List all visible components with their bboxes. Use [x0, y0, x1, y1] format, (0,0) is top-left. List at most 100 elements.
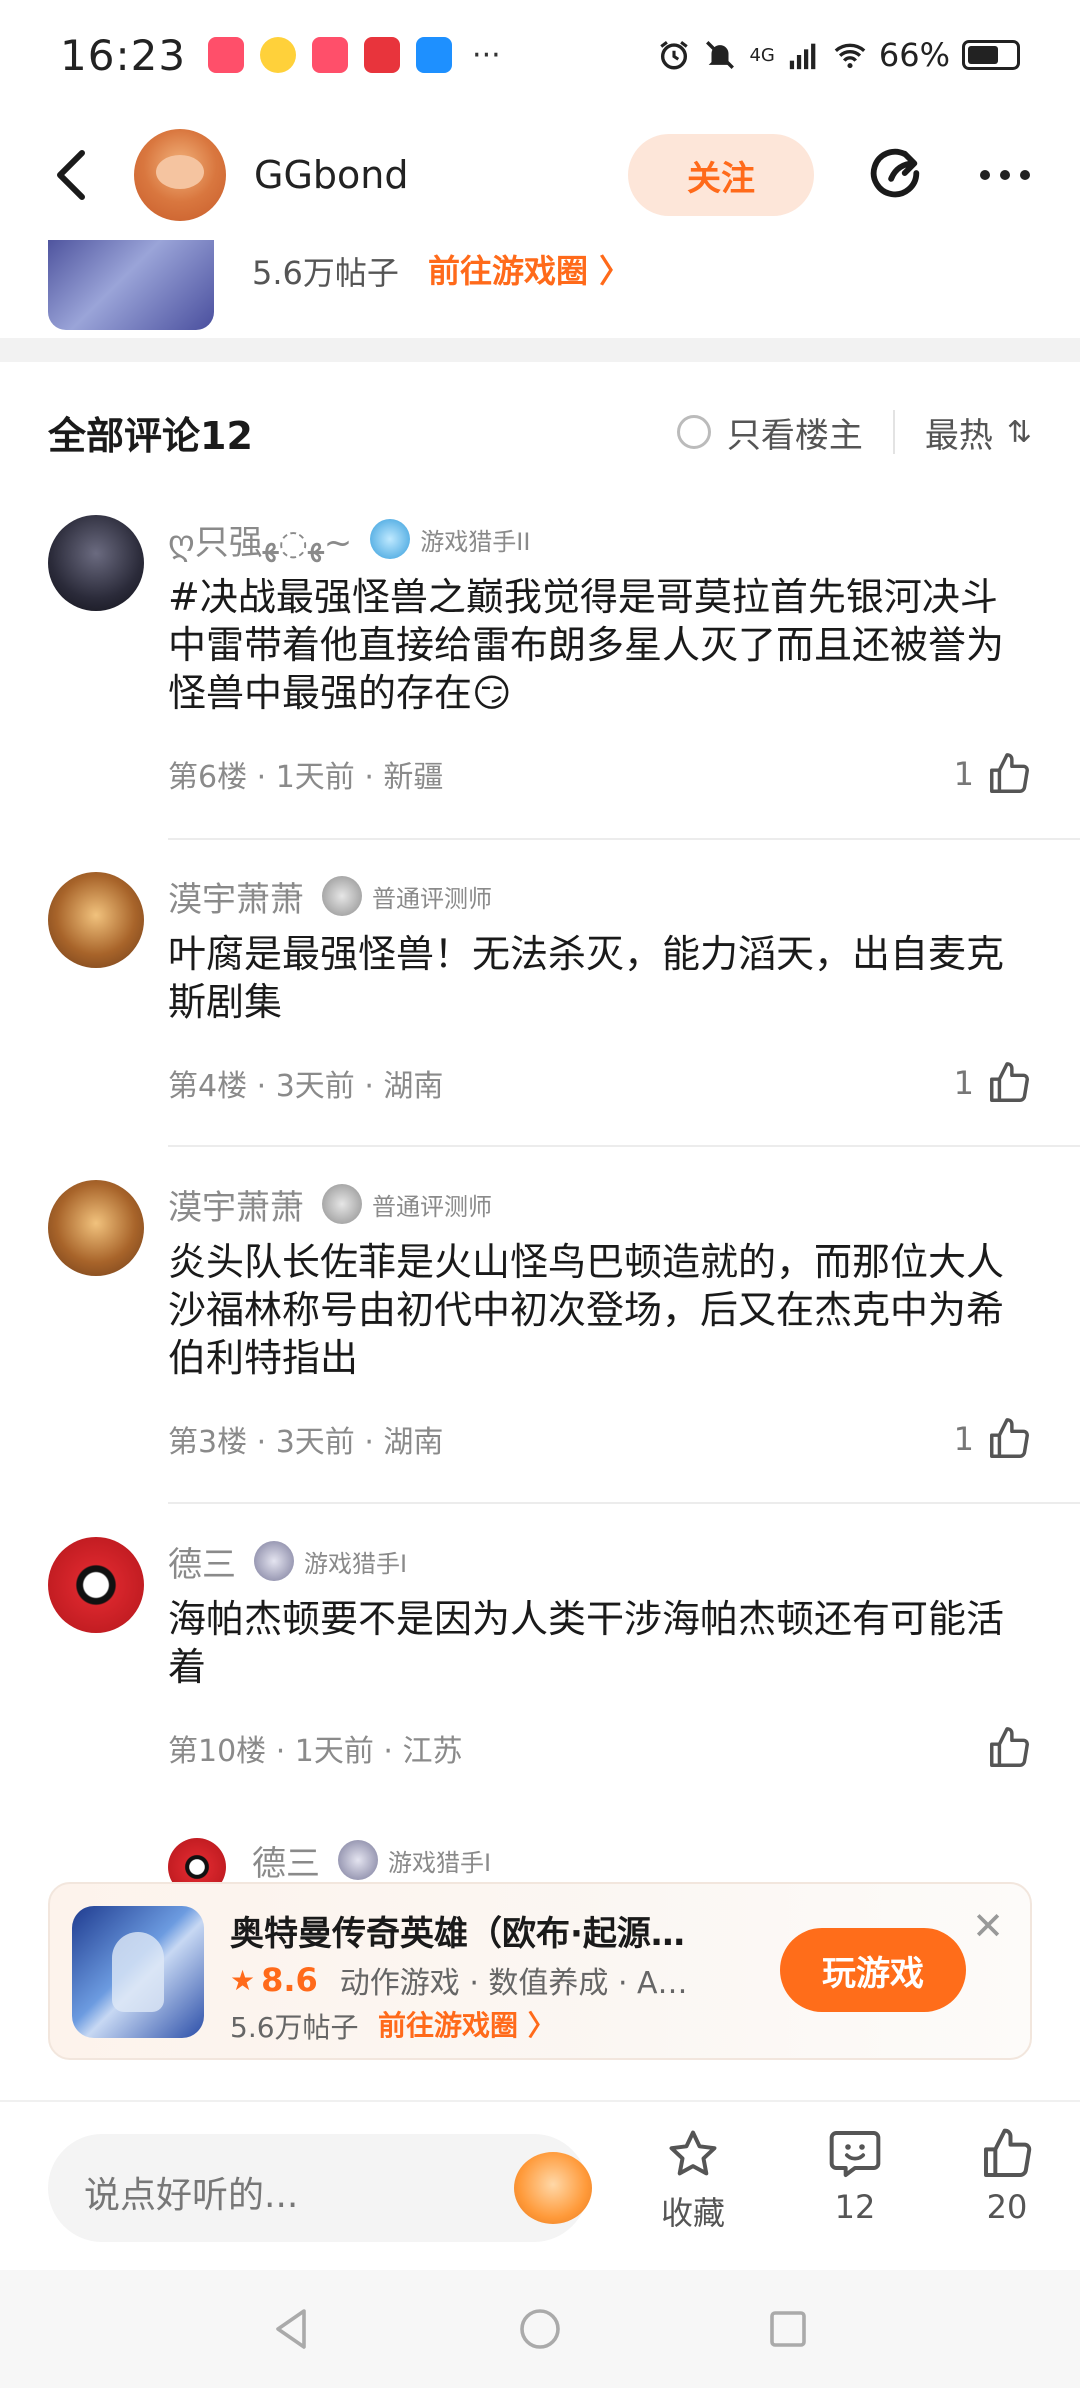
- bottom-action-bar: 说点好听的... 收藏 12 20: [0, 2100, 1080, 2270]
- separator: [892, 410, 895, 454]
- battery-icon: [962, 40, 1020, 70]
- like-button[interactable]: 1: [954, 1060, 1032, 1106]
- game-title: 奥特曼传奇英雄（欧布·起源…: [230, 1914, 685, 1954]
- comment-input-placeholder: 说点好听的...: [84, 2175, 299, 2216]
- owner-only-toggle[interactable]: 只看楼主: [676, 408, 863, 457]
- comment-user: ღ只强ﻬ◌ﻬ~ 游戏猎手II: [168, 515, 1032, 563]
- comment-input[interactable]: 说点好听的...: [48, 2134, 592, 2242]
- avatar[interactable]: [168, 1838, 226, 1882]
- comment-username[interactable]: 漠宇萧萧: [168, 1180, 304, 1229]
- status-bar: 16:23 ··· 4G 66%: [0, 0, 1080, 110]
- mascot-emoji-icon[interactable]: [514, 2152, 592, 2224]
- comments-button[interactable]: 12: [800, 2126, 910, 2226]
- game-app-icon: [364, 37, 401, 73]
- comment-username[interactable]: 漠宇萧萧: [168, 872, 304, 921]
- comment-user: 漠宇萧萧 普通评测师: [168, 1180, 1032, 1228]
- badge-label: 游戏猎手I: [304, 1549, 408, 1578]
- badge-label: 游戏猎手I: [388, 1848, 492, 1877]
- author-avatar[interactable]: [134, 129, 226, 221]
- sort-label: 最热: [924, 415, 993, 456]
- comment-text: 炎头队长佐菲是火山怪鸟巴顿造就的，而那位大人沙福林称号由初代中初次登场，后又在杰…: [168, 1240, 1005, 1380]
- network-type: 4G: [749, 44, 775, 66]
- comment-floor-time-location: 第10楼 · 1天前 · 江苏: [168, 1734, 463, 1769]
- star-icon: ★: [230, 1963, 256, 1997]
- author-name[interactable]: GGbond: [254, 153, 408, 197]
- comment-divider: [168, 1502, 1080, 1504]
- follow-button[interactable]: 关注: [628, 134, 814, 216]
- comment-body: 漠宇萧萧 普通评测师 叶腐是最强怪兽！无法杀灭，能力滔天，出自麦克斯剧集 第4楼…: [168, 872, 1032, 1108]
- game-tags: 动作游戏 · 数值养成 · A…: [339, 1966, 688, 2001]
- comment-divider: [168, 838, 1080, 840]
- comment-meta: 第6楼 · 1天前 · 新疆 1: [168, 749, 1032, 799]
- reply-user: 德三 游戏猎手I: [252, 1838, 491, 1882]
- like-button[interactable]: 1: [954, 751, 1032, 797]
- messages-icon: [416, 37, 453, 73]
- comment-body: 漠宇萧萧 普通评测师 炎头队长佐菲是火山怪鸟巴顿造就的，而那位大人沙福林称号由初…: [168, 1180, 1032, 1464]
- comment-floor-time-location: 第4楼 · 3天前 · 湖南: [168, 1069, 444, 1104]
- go-to-game-circle-link[interactable]: 前往游戏圈 〉: [378, 2004, 556, 2044]
- comments-title: 全部评论12: [48, 413, 253, 458]
- comment-user: 漠宇萧萧 普通评测师: [168, 872, 1032, 920]
- reviewer-badge-icon: [322, 876, 362, 916]
- back-button[interactable]: [40, 145, 100, 205]
- like-post-button[interactable]: 20: [952, 2126, 1062, 2226]
- comment-username[interactable]: ღ只强ﻬ◌ﻬ~: [168, 515, 352, 564]
- section-divider: [0, 338, 1080, 362]
- star-outline-icon: [669, 2130, 717, 2176]
- status-time: 16:23: [60, 30, 187, 80]
- post-header: GGbond 关注: [0, 110, 1080, 240]
- comments-header: 全部评论12 只看楼主 最热 ⇅: [0, 380, 1080, 484]
- share-icon: [870, 148, 920, 198]
- xiaohongshu-icon: [312, 37, 349, 73]
- avatar[interactable]: [48, 515, 144, 611]
- close-icon[interactable]: ✕: [970, 1907, 1006, 1945]
- comment-text: 叶腐是最强怪兽！无法杀灭，能力滔天，出自麦克斯剧集: [168, 932, 1005, 1024]
- game-post-count: 5.6万帖子: [230, 2011, 359, 2044]
- play-game-button[interactable]: 玩游戏: [780, 1928, 966, 2012]
- game-post-count: 5.6万帖子: [252, 254, 399, 292]
- reply-item: 德三 游戏猎手I: [0, 1838, 1080, 1882]
- user-badge: 游戏猎手I: [254, 1541, 407, 1581]
- signal-icon: [789, 43, 816, 70]
- avatar[interactable]: [48, 872, 144, 968]
- user-badge: 普通评测师: [322, 876, 492, 916]
- go-to-game-circle-link[interactable]: 前往游戏圈 〉: [428, 246, 631, 292]
- like-button[interactable]: 1: [954, 1416, 1032, 1462]
- mute-icon: [706, 41, 735, 69]
- comment-body: 德三 游戏猎手I 海帕杰顿要不是因为人类干涉海帕杰顿还有可能活着 第10楼 · …: [168, 1537, 1032, 1773]
- favorite-button[interactable]: 收藏: [638, 2126, 748, 2234]
- game-thumbnail: [48, 240, 214, 330]
- game-info: ★ 8.6 动作游戏 · 数值养成 · A…: [230, 1958, 750, 2002]
- badge-label: 游戏猎手II: [420, 527, 531, 556]
- game-promo-card[interactable]: 奥特曼传奇英雄（欧布·起源… ★ 8.6 动作游戏 · 数值养成 · A… 5.…: [48, 1882, 1032, 2060]
- thumbs-up-icon: [990, 753, 1029, 793]
- user-badge: 游戏猎手I: [338, 1840, 491, 1880]
- comment-item: 漠宇萧萧 普通评测师 叶腐是最强怪兽！无法杀灭，能力滔天，出自麦克斯剧集 第4楼…: [0, 872, 1080, 1112]
- like-button[interactable]: [974, 1725, 1032, 1771]
- nav-home-icon[interactable]: [516, 2305, 564, 2353]
- thumbs-up-icon: [990, 1418, 1029, 1458]
- share-button[interactable]: [860, 140, 930, 210]
- comment-divider: [168, 1145, 1080, 1147]
- comment-count: 12: [834, 2188, 876, 2226]
- user-badge: 游戏猎手II: [370, 519, 530, 559]
- reviewer-badge-icon: [322, 1184, 362, 1224]
- badge-label: 普通评测师: [372, 1192, 492, 1221]
- like-count: 1: [953, 1420, 974, 1458]
- comment-username[interactable]: 德三: [168, 1537, 236, 1586]
- comment-smile-icon: [829, 2131, 881, 2177]
- chevron-left-icon: [57, 150, 85, 200]
- sort-selector[interactable]: 最热 ⇅: [925, 408, 1032, 457]
- comment-floor-time-location: 第6楼 · 1天前 · 新疆: [168, 760, 444, 795]
- avatar[interactable]: [48, 1537, 144, 1633]
- more-dot-icon: [980, 170, 990, 180]
- battery-percent: 66%: [878, 36, 950, 74]
- comment-text: 海帕杰顿要不是因为人类干涉海帕杰顿还有可能活着: [168, 1597, 1005, 1689]
- nav-recents-icon[interactable]: [764, 2305, 812, 2353]
- nav-back-icon[interactable]: [268, 2305, 316, 2353]
- reply-username[interactable]: 德三: [252, 1838, 320, 1883]
- hunter-badge-icon: [370, 519, 411, 559]
- avatar[interactable]: [48, 1180, 144, 1276]
- more-options-button[interactable]: [970, 140, 1040, 210]
- thumbs-up-icon: [990, 1727, 1029, 1767]
